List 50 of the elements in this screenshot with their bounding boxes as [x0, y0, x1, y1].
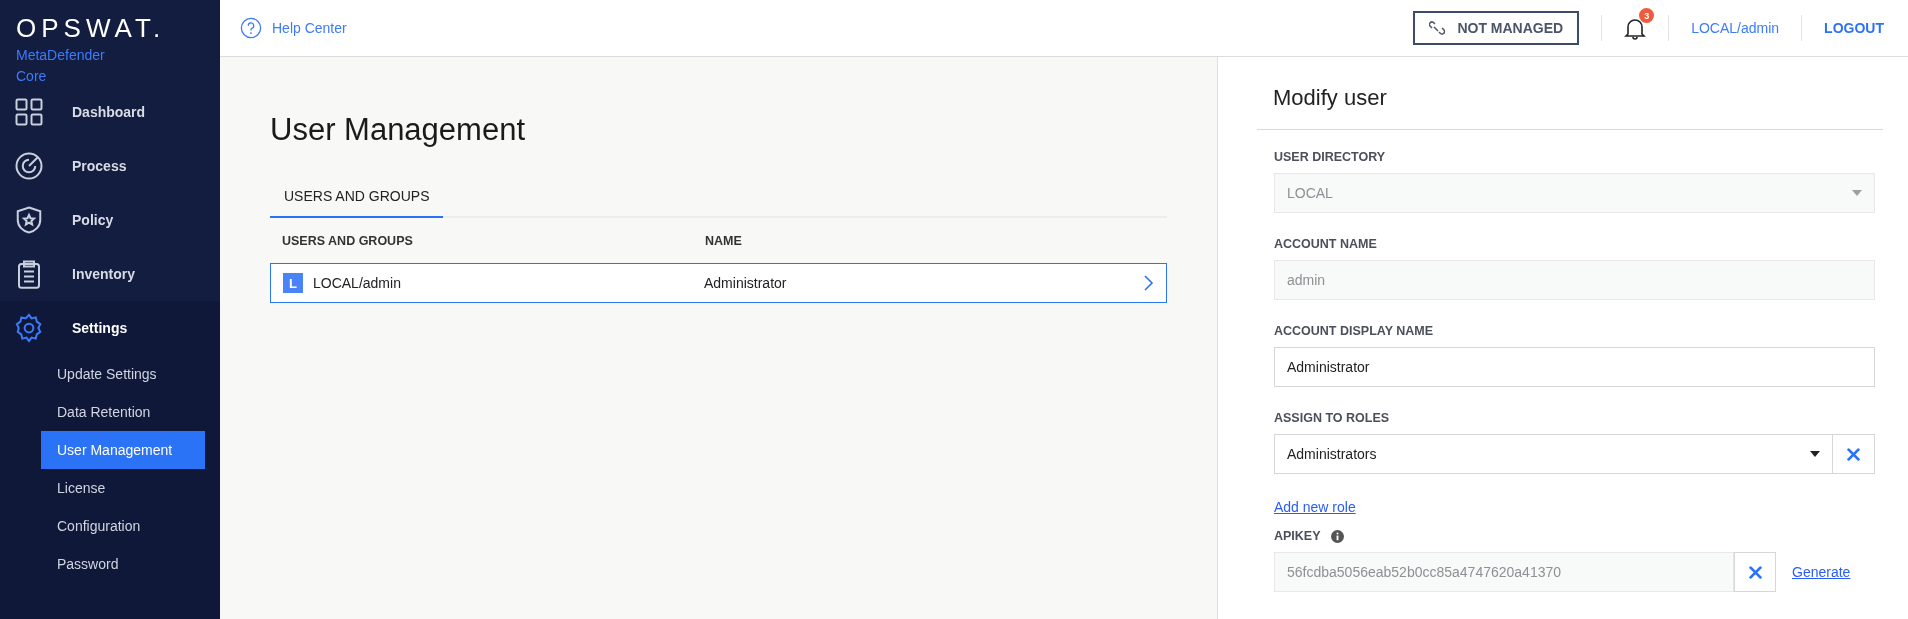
nav-subitem[interactable]: Password [41, 545, 205, 583]
table-row[interactable]: L LOCAL/admin Administrator [270, 263, 1167, 303]
product-name: MetaDefender [16, 47, 105, 63]
nav-item[interactable]: Dashboard [0, 85, 220, 139]
clear-api-key-button[interactable] [1734, 552, 1776, 592]
field-label: ASSIGN TO ROLES [1274, 411, 1391, 425]
help-center-link[interactable]: Help Center [240, 17, 347, 39]
dropdown-caret-icon [1810, 451, 1820, 457]
field-label: APIKEY [1274, 529, 1321, 543]
info-icon [1330, 529, 1344, 543]
product-name: Core [16, 68, 47, 84]
nav-item[interactable]: Process [0, 139, 220, 193]
grid-icon [14, 97, 44, 127]
logo-text: OPSWAT. [16, 14, 166, 42]
remove-role-button[interactable] [1833, 434, 1875, 474]
generate-link[interactable]: Generate [1792, 564, 1851, 580]
input-field[interactable]: Administrator [1274, 347, 1875, 387]
table-cell: Administrator [704, 275, 787, 291]
gear-icon [14, 313, 44, 343]
table-cell: LOCAL/admin [313, 275, 401, 291]
chevron-right-icon [1142, 275, 1154, 291]
broken-link-icon [1429, 20, 1446, 36]
user-link[interactable]: LOCAL/admin [1691, 20, 1780, 36]
close-icon [1748, 565, 1762, 579]
notification-count: 3 [1639, 8, 1655, 23]
nav-item[interactable]: Inventory [0, 247, 220, 301]
help-icon [240, 17, 262, 39]
add-new-role-link[interactable]: Add new role [1274, 499, 1356, 515]
dropdown-caret-icon [1852, 190, 1862, 196]
shield-star-icon [14, 205, 44, 235]
target-icon [14, 151, 44, 181]
panel-title: Modify user [1257, 57, 1883, 130]
field-label: USER DIRECTORY [1274, 150, 1387, 164]
nav-subitem[interactable]: User Management [41, 431, 205, 469]
nav-subitem[interactable]: Data Retention [41, 393, 205, 431]
nav-item[interactable]: Policy [0, 193, 220, 247]
tab[interactable]: USERS AND GROUPS [270, 178, 444, 218]
close-icon [1847, 447, 1860, 461]
nav-subitem[interactable]: License [41, 469, 205, 507]
nav-subitem[interactable]: Configuration [41, 507, 205, 545]
role-select[interactable]: Administrators [1274, 434, 1833, 474]
page-title: User Management [270, 112, 526, 148]
nav-subitem[interactable]: Update Settings [41, 355, 205, 393]
column-header: NAME [705, 233, 743, 248]
field-label: ACCOUNT DISPLAY NAME [1274, 324, 1435, 338]
logout-link[interactable]: LOGOUT [1824, 20, 1884, 36]
field-label: ACCOUNT NAME [1274, 237, 1378, 251]
local-badge: L [283, 273, 303, 293]
column-header: USERS AND GROUPS [282, 233, 414, 248]
not-managed-button[interactable]: NOT MANAGED [1413, 11, 1580, 45]
